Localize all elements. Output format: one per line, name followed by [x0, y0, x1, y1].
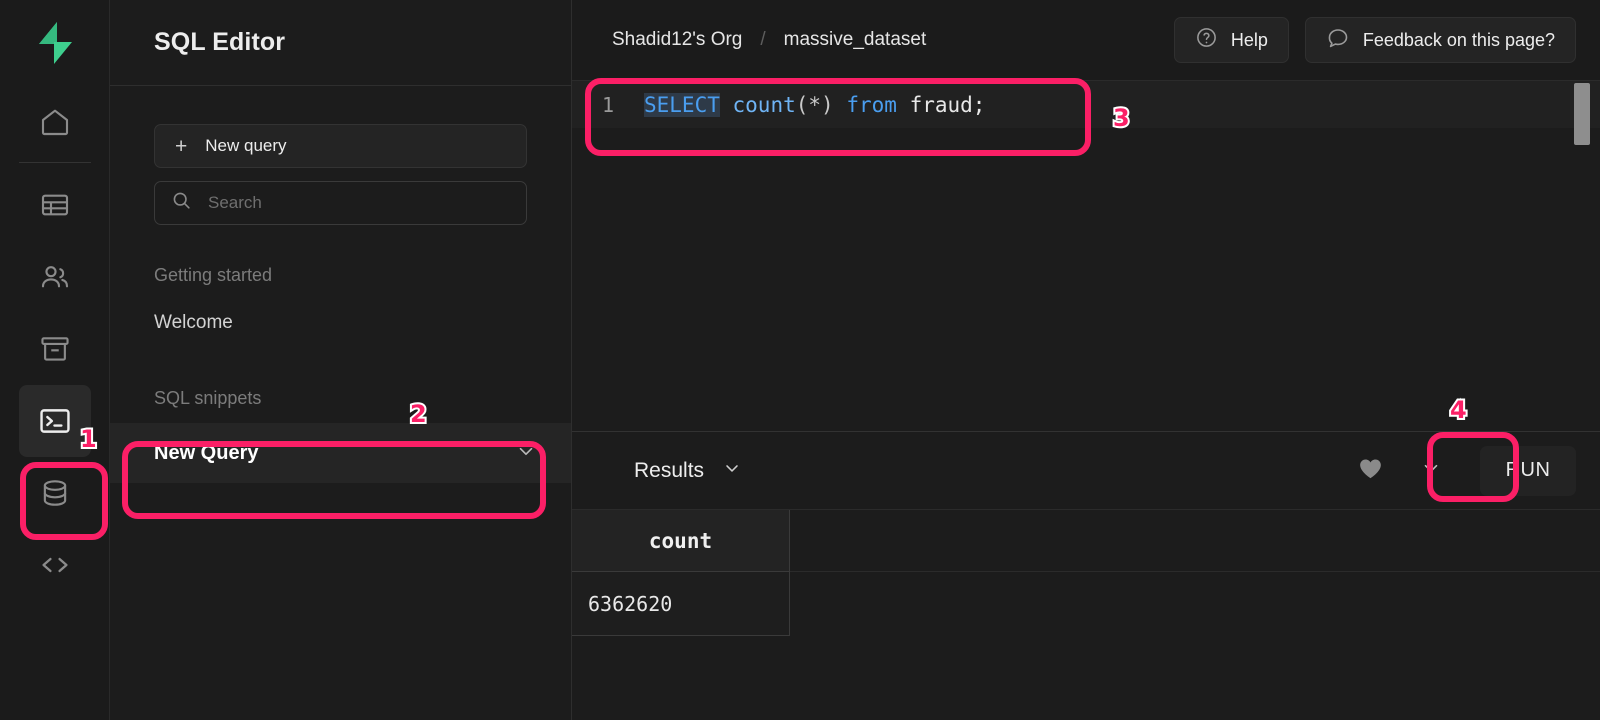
- supabase-sql-editor-window: SQL Editor + New query Search Getting st…: [0, 0, 1600, 720]
- results-label-text: Results: [634, 458, 705, 482]
- run-options-chevron-icon[interactable]: [1420, 457, 1442, 484]
- main-area: Shadid12's Org / massive_dataset Help Fe…: [572, 0, 1600, 720]
- token-count: count: [732, 92, 796, 117]
- token-table: fraud;: [896, 92, 986, 117]
- code-line-1[interactable]: 1 SELECT count(*) from fraud;: [572, 81, 1600, 128]
- token-select: SELECT: [644, 92, 720, 117]
- database-icon: [39, 477, 71, 509]
- question-circle-icon: [1195, 26, 1218, 54]
- breadcrumb: Shadid12's Org / massive_dataset: [612, 29, 926, 51]
- column-header-count[interactable]: count: [572, 510, 790, 572]
- annotation-number-4: 4: [1448, 394, 1469, 426]
- token-star: *: [808, 92, 822, 117]
- sidebar-item-authentication[interactable]: [19, 241, 91, 313]
- terminal-icon: [38, 404, 72, 438]
- help-button-label: Help: [1230, 29, 1268, 50]
- new-query-button-label: New query: [205, 136, 287, 155]
- search-icon: [171, 190, 192, 216]
- sidebar-item-home[interactable]: [19, 86, 91, 158]
- snippet-label: New Query: [154, 441, 259, 464]
- home-icon: [39, 106, 71, 138]
- annotation-number-2: 2: [408, 398, 429, 430]
- token-from: from: [846, 92, 897, 117]
- line-number: 1: [601, 92, 615, 117]
- feedback-button[interactable]: Feedback on this page?: [1304, 17, 1576, 63]
- sidebar-item-table-editor[interactable]: [19, 169, 91, 241]
- row-filler: [790, 572, 1600, 636]
- token-close-paren: ): [821, 92, 847, 117]
- run-button[interactable]: RUN: [1480, 445, 1576, 496]
- panel-header: SQL Editor: [110, 0, 571, 86]
- plus-icon: +: [175, 134, 188, 158]
- getting-started-heading: Getting started: [154, 265, 273, 285]
- list-item-welcome[interactable]: Welcome: [110, 312, 571, 334]
- table-row[interactable]: 6362620: [572, 572, 1600, 636]
- results-table-header-row: count: [572, 510, 1600, 572]
- breadcrumb-project[interactable]: massive_dataset: [784, 29, 927, 51]
- results-dropdown[interactable]: Results: [634, 458, 742, 484]
- panel-body: + New query Search: [110, 86, 571, 225]
- sql-editor-panel: SQL Editor + New query Search Getting st…: [110, 0, 572, 720]
- users-icon: [39, 261, 71, 293]
- annotation-number-3: 3: [1111, 102, 1132, 134]
- code-content: SELECT count(*) from fraud;: [644, 92, 986, 117]
- results-toolbar: Results RUN: [572, 432, 1600, 510]
- icon-rail: [0, 0, 110, 720]
- heart-icon[interactable]: [1357, 455, 1384, 487]
- supabase-logo[interactable]: [0, 0, 109, 86]
- cell-count: 6362620: [572, 572, 790, 636]
- sidebar-item-storage[interactable]: [19, 313, 91, 385]
- help-button[interactable]: Help: [1173, 17, 1289, 63]
- search-placeholder: Search: [208, 193, 262, 212]
- token-open-paren: (: [795, 92, 809, 117]
- annotation-number-1: 1: [78, 423, 99, 455]
- code-icon: [39, 549, 71, 581]
- archive-icon: [39, 333, 71, 365]
- token-space-1: [720, 93, 733, 117]
- sidebar-item-api-docs[interactable]: [19, 529, 91, 601]
- sql-snippets-heading: SQL snippets: [154, 388, 262, 408]
- chevron-down-icon: [722, 458, 742, 484]
- feedback-button-label: Feedback on this page?: [1362, 29, 1555, 50]
- results-panel: Results RUN count 6362620: [572, 431, 1600, 720]
- chevron-down-icon[interactable]: [515, 440, 537, 467]
- top-bar: Shadid12's Org / massive_dataset Help Fe…: [572, 0, 1600, 80]
- results-table: count 6362620: [572, 510, 1600, 720]
- rail-divider: [18, 162, 91, 163]
- editor-vertical-scrollbar[interactable]: [1574, 83, 1590, 145]
- supabase-logo-icon: [38, 22, 72, 64]
- page-title: SQL Editor: [154, 28, 286, 56]
- header-filler: [790, 510, 1600, 572]
- sql-code-editor[interactable]: 1 SELECT count(*) from fraud;: [572, 80, 1600, 431]
- table-icon: [39, 189, 71, 221]
- new-query-button[interactable]: + New query: [154, 124, 527, 168]
- speech-bubble-icon: [1326, 26, 1350, 55]
- search-input[interactable]: Search: [154, 181, 527, 225]
- breadcrumb-separator: /: [760, 29, 766, 50]
- breadcrumb-org[interactable]: Shadid12's Org: [612, 29, 742, 51]
- snippet-item-new-query[interactable]: New Query: [110, 423, 571, 483]
- sidebar-item-database[interactable]: [19, 457, 91, 529]
- run-button-label: RUN: [1505, 459, 1551, 481]
